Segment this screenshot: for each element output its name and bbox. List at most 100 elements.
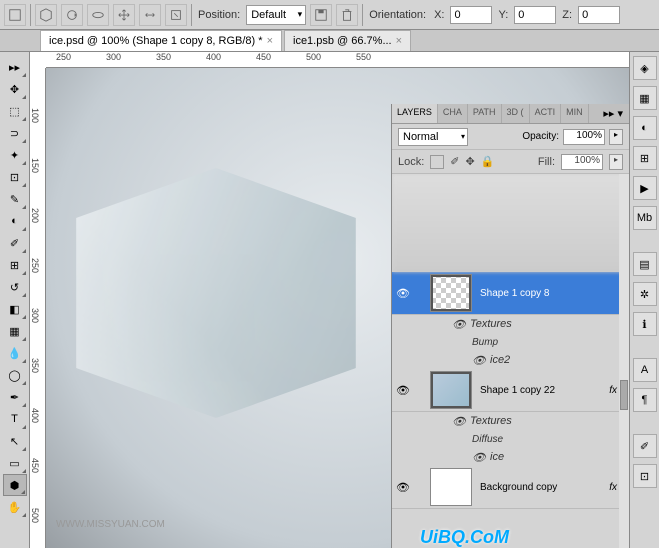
right-dock: ◈ ▦ ◐ ⊞ ▶ Mb ▤ ✲ ℹ A ¶ ✐ ⊡ bbox=[629, 52, 659, 548]
para-icon[interactable]: ¶ bbox=[633, 388, 657, 412]
doc-tab-1[interactable]: ice.psd @ 100% (Shape 1 copy 8, RGB/8) *… bbox=[40, 30, 282, 51]
scale-icon[interactable] bbox=[165, 4, 187, 26]
brush-panel-icon[interactable]: ✐ bbox=[633, 434, 657, 458]
panel-menu-icon[interactable]: ▸▸ ▾ bbox=[597, 104, 629, 123]
lock-label: Lock: bbox=[398, 156, 424, 168]
tab-3d[interactable]: 3D ( bbox=[502, 104, 530, 123]
arrow-tool[interactable]: ▸▸ bbox=[3, 56, 27, 78]
options-bar: Position: Default Orientation: X: Y: Z: bbox=[0, 0, 659, 30]
watermark-source: WWW.MISSYUAN.COM bbox=[56, 519, 165, 530]
visibility-icon[interactable]: 👁 bbox=[396, 480, 410, 494]
char-icon[interactable]: A bbox=[633, 358, 657, 382]
layer-textures[interactable]: 👁Textures bbox=[392, 315, 629, 333]
type-tool[interactable]: T bbox=[3, 408, 27, 430]
opacity-input[interactable]: 100% bbox=[563, 129, 605, 145]
swatches-icon[interactable]: ▦ bbox=[633, 86, 657, 110]
styles-icon[interactable]: ⊞ bbox=[633, 146, 657, 170]
history-brush-tool[interactable]: ↺ bbox=[3, 276, 27, 298]
tab-paths[interactable]: PATH bbox=[468, 104, 502, 123]
blur-tool[interactable]: 💧 bbox=[3, 342, 27, 364]
layer-ice2[interactable]: 👁ice2 bbox=[392, 351, 629, 369]
cube-icon[interactable] bbox=[35, 4, 57, 26]
tab-mini[interactable]: MIN bbox=[561, 104, 589, 123]
vertical-ruler: 100 150 200 250 300 350 400 450 500 bbox=[30, 68, 46, 548]
visibility-icon[interactable]: 👁 bbox=[472, 353, 486, 367]
adjustments-icon[interactable]: ◐ bbox=[633, 116, 657, 140]
close-icon[interactable]: × bbox=[267, 35, 273, 47]
tool-presets-icon[interactable]: ⊡ bbox=[633, 464, 657, 488]
orientation-label: Orientation: bbox=[367, 9, 428, 21]
fill-scrubber[interactable]: ▸ bbox=[609, 154, 623, 170]
tab-actions[interactable]: ACTI bbox=[530, 104, 562, 123]
layer-thumbnail[interactable] bbox=[430, 371, 472, 409]
opacity-scrubber[interactable]: ▸ bbox=[609, 129, 623, 145]
eyedropper-tool[interactable]: ✎ bbox=[3, 188, 27, 210]
layer-list: 👁 Shape 1 copy 8 👁Textures Bump 👁ice2 👁 … bbox=[392, 174, 629, 548]
tool-preset-button[interactable] bbox=[4, 4, 26, 26]
rotate-icon[interactable] bbox=[61, 4, 83, 26]
eraser-tool[interactable]: ◧ bbox=[3, 298, 27, 320]
lock-all-icon[interactable]: 🔒 bbox=[481, 155, 495, 168]
scrollbar-thumb[interactable] bbox=[620, 380, 628, 410]
wand-tool[interactable]: ✦ bbox=[3, 144, 27, 166]
move-icon[interactable] bbox=[113, 4, 135, 26]
dodge-tool[interactable]: ◯ bbox=[3, 364, 27, 386]
x-input[interactable] bbox=[450, 6, 492, 24]
gradient-tool[interactable]: ▦ bbox=[3, 320, 27, 342]
visibility-icon[interactable]: 👁 bbox=[396, 383, 410, 397]
layer-thumbnail[interactable] bbox=[430, 274, 472, 312]
layer-textures2[interactable]: 👁Textures bbox=[392, 412, 629, 430]
tab-channels[interactable]: CHA bbox=[438, 104, 468, 123]
slide-icon[interactable] bbox=[139, 4, 161, 26]
visibility-icon[interactable]: 👁 bbox=[452, 317, 466, 331]
move-tool[interactable]: ✥ bbox=[3, 78, 27, 100]
lasso-tool[interactable]: ⊃ bbox=[3, 122, 27, 144]
3d-tool[interactable]: ⬢ bbox=[3, 474, 27, 496]
layer-bump[interactable]: Bump bbox=[392, 333, 629, 351]
blend-mode-select[interactable]: Normal bbox=[398, 128, 468, 146]
y-input[interactable] bbox=[514, 6, 556, 24]
save-icon[interactable] bbox=[310, 4, 332, 26]
crop-tool[interactable]: ⊡ bbox=[3, 166, 27, 188]
close-icon[interactable]: × bbox=[396, 35, 402, 47]
brush-tool[interactable]: ✐ bbox=[3, 232, 27, 254]
roll-icon[interactable] bbox=[87, 4, 109, 26]
fx-indicator[interactable]: fx bbox=[609, 385, 617, 396]
visibility-icon[interactable]: 👁 bbox=[452, 414, 466, 428]
hand-tool[interactable]: ✋ bbox=[3, 496, 27, 518]
mb-icon[interactable]: Mb bbox=[633, 206, 657, 230]
opacity-label: Opacity: bbox=[522, 131, 559, 142]
layer-backgroundcopy[interactable]: 👁 Background copy fx▾ bbox=[392, 466, 629, 509]
layer-thumbnail[interactable] bbox=[430, 468, 472, 506]
wheel-icon[interactable]: ✲ bbox=[633, 282, 657, 306]
scrollbar[interactable] bbox=[619, 174, 629, 548]
play-icon[interactable]: ▶ bbox=[633, 176, 657, 200]
z-input[interactable] bbox=[578, 6, 620, 24]
navigator-icon[interactable]: ▤ bbox=[633, 252, 657, 276]
fill-input[interactable]: 100% bbox=[561, 154, 603, 170]
layers-icon[interactable]: ◈ bbox=[633, 56, 657, 80]
layer-ice[interactable]: 👁ice bbox=[392, 448, 629, 466]
layer-diffuse[interactable]: Diffuse bbox=[392, 430, 629, 448]
position-select[interactable]: Default bbox=[246, 5, 306, 25]
layer-shape1copy22[interactable]: 👁 Shape 1 copy 22 fx▾ bbox=[392, 369, 629, 412]
info-icon[interactable]: ℹ bbox=[633, 312, 657, 336]
visibility-icon[interactable]: 👁 bbox=[396, 286, 410, 300]
fx-indicator[interactable]: fx bbox=[609, 482, 617, 493]
visibility-icon[interactable]: 👁 bbox=[472, 450, 486, 464]
heal-tool[interactable]: ◐ bbox=[3, 210, 27, 232]
shape-tool[interactable]: ▭ bbox=[3, 452, 27, 474]
lock-move-icon[interactable]: ✥ bbox=[466, 155, 475, 168]
lock-transparency-icon[interactable] bbox=[430, 155, 444, 169]
lock-brush-icon[interactable]: ✐ bbox=[450, 155, 459, 168]
delete-icon[interactable] bbox=[336, 4, 358, 26]
main-area: ▸▸ ✥ ⬚ ⊃ ✦ ⊡ ✎ ◐ ✐ ⊞ ↺ ◧ ▦ 💧 ◯ ✒ T ↖ ▭ ⬢… bbox=[0, 52, 659, 548]
stamp-tool[interactable]: ⊞ bbox=[3, 254, 27, 276]
pen-tool[interactable]: ✒ bbox=[3, 386, 27, 408]
doc-tab-2[interactable]: ice1.psb @ 66.7%...× bbox=[284, 30, 411, 51]
tab-layers[interactable]: LAYERS bbox=[392, 104, 438, 123]
layer-shape1copy8[interactable]: 👁 Shape 1 copy 8 bbox=[392, 272, 629, 315]
path-tool[interactable]: ↖ bbox=[3, 430, 27, 452]
blend-options: Normal Opacity: 100% ▸ bbox=[392, 124, 629, 150]
marquee-tool[interactable]: ⬚ bbox=[3, 100, 27, 122]
